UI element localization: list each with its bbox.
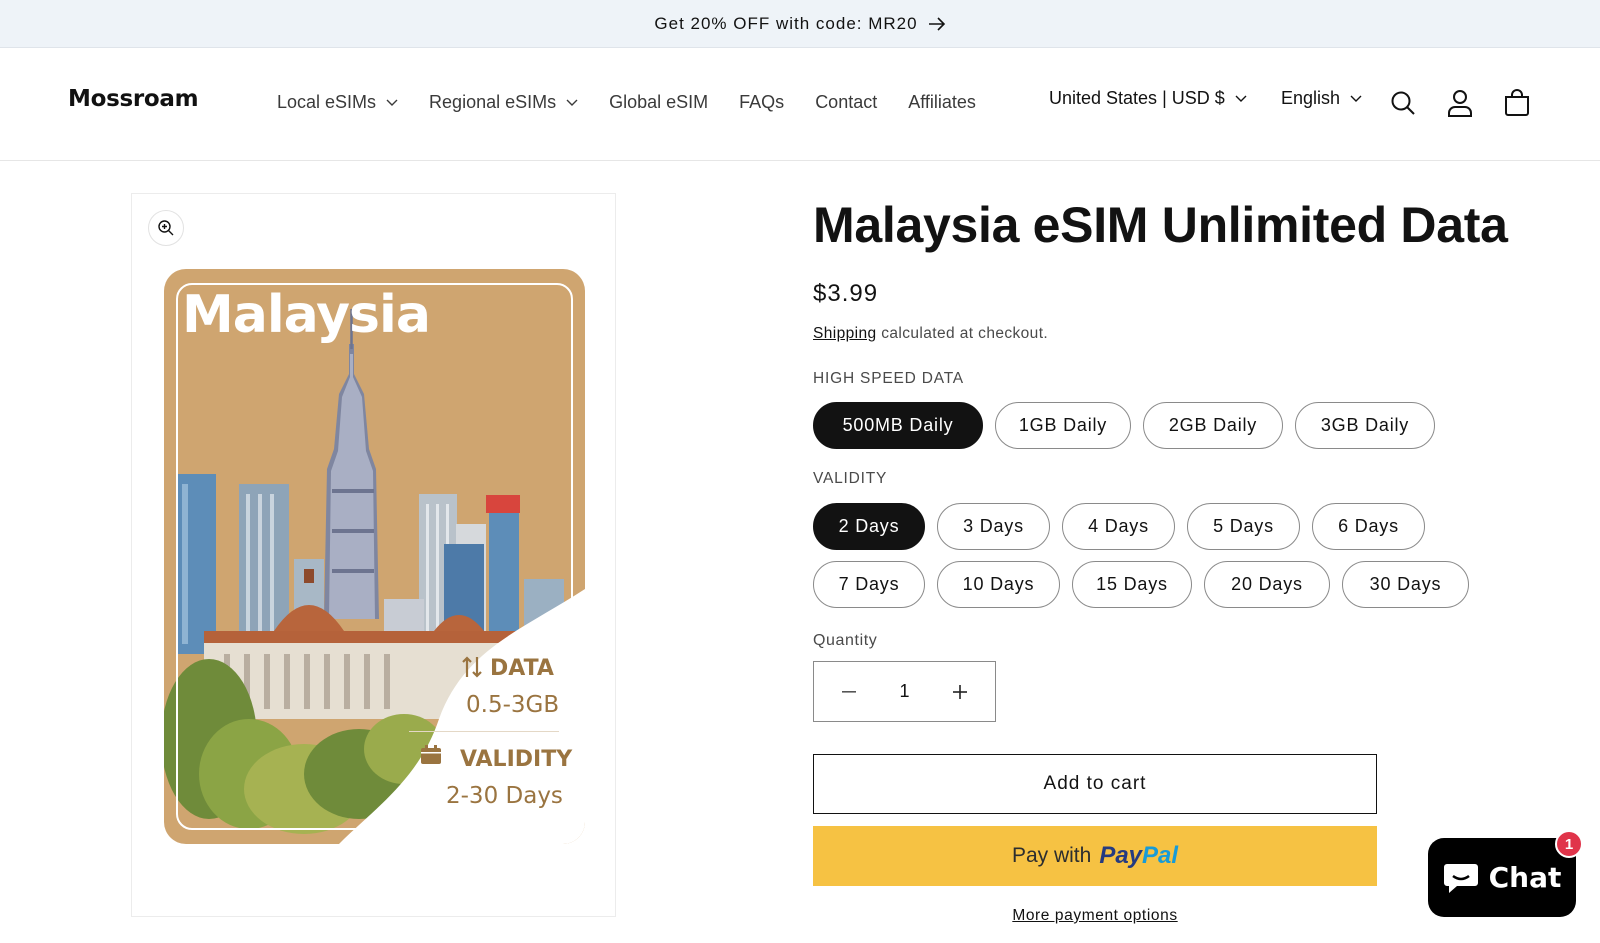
search-icon[interactable] xyxy=(1388,88,1418,118)
card-data-value: 0.5-3GB xyxy=(466,692,560,718)
product-media[interactable]: Malaysia DATA 0.5-3GB VALIDITY 2-30 Days xyxy=(131,193,616,917)
validity-option-4-days[interactable]: 4 Days xyxy=(1062,503,1175,550)
chat-bubble-icon xyxy=(1443,862,1479,894)
product-image-card: Malaysia DATA 0.5-3GB VALIDITY 2-30 Days xyxy=(164,269,585,844)
chevron-down-icon xyxy=(1350,95,1362,103)
locale-label: United States | USD $ xyxy=(1049,88,1225,108)
account-icon[interactable] xyxy=(1445,88,1475,118)
data-option-1gb[interactable]: 1GB Daily xyxy=(995,402,1131,449)
card-divider xyxy=(409,731,559,732)
paypal-button[interactable]: Pay with Pay Pal xyxy=(813,826,1377,886)
country-currency-selector[interactable]: United States | USD $ xyxy=(1049,88,1247,109)
announcement-text: Get 20% OFF with code: MR20 xyxy=(654,13,918,33)
arrow-right-icon xyxy=(928,16,946,31)
nav-item-label: Local eSIMs xyxy=(277,92,377,112)
more-payment-options-link[interactable]: More payment options xyxy=(813,907,1377,925)
nav-item-regional-esims[interactable]: Regional eSIMs xyxy=(429,92,578,113)
product-title: Malaysia eSIM Unlimited Data xyxy=(813,197,1508,253)
decrease-quantity-button[interactable] xyxy=(836,679,862,705)
paypal-prefix: Pay with xyxy=(1011,844,1092,867)
paypal-logo-pay: Pay xyxy=(1099,842,1143,869)
chevron-down-icon xyxy=(1235,95,1247,103)
chat-button[interactable]: Chat xyxy=(1428,838,1576,917)
nav-item-label: Regional eSIMs xyxy=(429,92,557,112)
validity-option-30-days[interactable]: 30 Days xyxy=(1342,561,1469,608)
product-price: $3.99 xyxy=(813,280,879,307)
plus-icon xyxy=(952,684,967,699)
validity-option-10-days[interactable]: 10 Days xyxy=(937,561,1060,608)
nav-item-label: Global eSIM xyxy=(609,92,709,112)
validity-options-row-1: 2 Days 3 Days 4 Days 5 Days 6 Days xyxy=(813,503,1437,550)
card-validity-value: 2-30 Days xyxy=(446,783,563,809)
quantity-stepper: 1 xyxy=(813,661,996,722)
announcement-bar[interactable]: Get 20% OFF with code: MR20 xyxy=(0,0,1600,48)
data-option-3gb[interactable]: 3GB Daily xyxy=(1295,402,1435,449)
nav-item-faqs[interactable]: FAQs xyxy=(739,92,784,113)
data-option-500mb[interactable]: 500MB Daily xyxy=(813,402,983,449)
card-info: DATA 0.5-3GB VALIDITY 2-30 Days xyxy=(164,269,585,844)
validity-option-15-days[interactable]: 15 Days xyxy=(1072,561,1192,608)
validity-option-20-days[interactable]: 20 Days xyxy=(1204,561,1330,608)
minus-icon xyxy=(842,690,856,693)
nav-item-contact[interactable]: Contact xyxy=(815,92,877,113)
validity-option-5-days[interactable]: 5 Days xyxy=(1187,503,1300,550)
nav-item-label: FAQs xyxy=(739,92,785,112)
chat-notification-badge: 1 xyxy=(1555,830,1583,858)
nav-item-label: Contact xyxy=(815,92,878,112)
zoom-in-icon[interactable] xyxy=(148,210,184,246)
data-options: 500MB Daily 1GB Daily 2GB Daily 3GB Dail… xyxy=(813,402,1447,449)
calendar-icon xyxy=(420,745,442,770)
nav-item-local-esims[interactable]: Local eSIMs xyxy=(277,92,398,113)
chat-label: Chat xyxy=(1488,861,1562,894)
logo[interactable]: Mossroam xyxy=(68,86,199,112)
add-to-cart-button[interactable]: Add to cart xyxy=(813,754,1377,814)
card-data-label: DATA xyxy=(490,656,554,681)
shipping-link[interactable]: Shipping xyxy=(813,325,877,342)
data-option-2gb[interactable]: 2GB Daily xyxy=(1143,402,1283,449)
validity-option-2-days[interactable]: 2 Days xyxy=(813,503,925,550)
data-option-label: HIGH SPEED DATA xyxy=(813,370,964,387)
main-nav: Local eSIMs Regional eSIMs Global eSIM F… xyxy=(277,92,1007,113)
chevron-down-icon xyxy=(566,99,578,107)
validity-option-3-days[interactable]: 3 Days xyxy=(937,503,1050,550)
shipping-text: calculated at checkout. xyxy=(876,325,1049,342)
validity-option-label: VALIDITY xyxy=(813,470,888,487)
nav-item-label: Affiliates xyxy=(908,92,976,112)
chevron-down-icon xyxy=(386,99,398,107)
validity-option-6-days[interactable]: 6 Days xyxy=(1312,503,1425,550)
paypal-logo-pal: Pal xyxy=(1142,842,1179,869)
card-validity-label: VALIDITY xyxy=(460,747,573,772)
language-selector[interactable]: English xyxy=(1281,88,1362,109)
cart-icon[interactable] xyxy=(1502,88,1532,118)
nav-item-global-esim[interactable]: Global eSIM xyxy=(609,92,708,113)
validity-options-row-2: 7 Days 10 Days 15 Days 20 Days 30 Days xyxy=(813,561,1481,608)
quantity-label: Quantity xyxy=(813,632,878,649)
data-arrows-icon xyxy=(461,655,483,684)
language-label: English xyxy=(1281,88,1341,108)
site-header: Mossroam Local eSIMs Regional eSIMs Glob… xyxy=(0,48,1600,161)
shipping-note: Shipping calculated at checkout. xyxy=(813,325,1048,343)
quantity-input[interactable]: 1 xyxy=(899,681,909,702)
increase-quantity-button[interactable] xyxy=(947,679,973,705)
validity-option-7-days[interactable]: 7 Days xyxy=(813,561,925,608)
nav-item-affiliates[interactable]: Affiliates xyxy=(908,92,976,113)
